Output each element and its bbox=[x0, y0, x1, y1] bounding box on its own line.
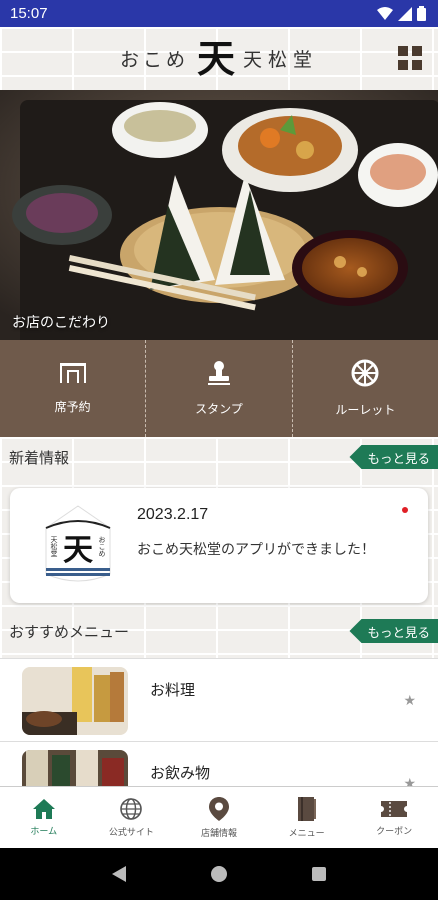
tab-official-site-label: 公式サイト bbox=[108, 828, 154, 838]
back-icon[interactable] bbox=[111, 865, 127, 883]
recommend-menu-list: お料理 ★ お飲み物 ★ bbox=[0, 658, 438, 786]
hero-caption: お店のこだわり bbox=[12, 315, 110, 331]
tab-official-site[interactable]: 公式サイト bbox=[88, 787, 176, 848]
roulette-icon bbox=[351, 359, 379, 387]
reservation-label: 席予約 bbox=[54, 400, 91, 414]
store-logo-mark: 天 bbox=[63, 533, 93, 568]
store-logo-text-left: 天松堂 bbox=[50, 536, 58, 557]
battery-icon bbox=[417, 6, 426, 21]
wifi-icon bbox=[377, 6, 393, 20]
coupon-icon bbox=[381, 801, 408, 817]
app-header: おこめ 天 天松堂 bbox=[0, 27, 438, 90]
status-bar: 15:07 bbox=[0, 0, 438, 27]
recommend-section-title: おすすめメニュー bbox=[9, 622, 130, 641]
roulette-button[interactable]: ルーレット bbox=[291, 340, 438, 437]
tab-store-info[interactable]: 店舗情報 bbox=[175, 787, 263, 848]
store-logo-text-right: おこめ bbox=[98, 536, 106, 557]
home-circle-icon[interactable] bbox=[210, 865, 228, 883]
signal-icon bbox=[398, 6, 412, 21]
news-date: 2023.2.17 bbox=[137, 506, 209, 523]
roulette-label: ルーレット bbox=[335, 403, 396, 417]
menu-thumb-drink bbox=[22, 750, 128, 786]
favorite-star-icon[interactable]: ★ bbox=[403, 776, 416, 786]
news-card[interactable]: 天 天松堂 おこめ 2023.2.17 おこめ天松堂のアプリができました！ bbox=[10, 488, 428, 603]
news-section-title: 新着情報 bbox=[9, 448, 70, 467]
tab-menu-label: メニュー bbox=[288, 829, 325, 839]
hero-food-image bbox=[0, 90, 438, 340]
logo-kana: おこめ bbox=[119, 49, 189, 71]
menu-thumb-food bbox=[22, 667, 128, 735]
logo-mark: 天 bbox=[196, 35, 235, 81]
brand-logo[interactable]: おこめ 天 天松堂 bbox=[119, 35, 319, 81]
menu-label-food: お料理 bbox=[150, 681, 196, 699]
menu-item-drink[interactable]: お飲み物 ★ bbox=[0, 742, 438, 786]
recommend-section-header: おすすめメニュー もっと見る bbox=[0, 614, 438, 648]
tab-coupon-label: クーポン bbox=[376, 827, 413, 837]
unread-dot bbox=[402, 507, 408, 513]
tab-coupon[interactable]: クーポン bbox=[350, 787, 438, 848]
menu-label-drink: お飲み物 bbox=[150, 764, 211, 782]
stamp-icon bbox=[207, 361, 230, 385]
favorite-star-icon[interactable]: ★ bbox=[403, 693, 416, 709]
news-text: おこめ天松堂のアプリができました！ bbox=[137, 542, 375, 558]
status-time: 15:07 bbox=[10, 5, 48, 22]
map-pin-icon bbox=[208, 797, 229, 821]
grid-menu-icon[interactable] bbox=[398, 46, 422, 70]
tab-home-label: ホーム bbox=[30, 827, 58, 837]
reservation-icon bbox=[59, 363, 86, 383]
tab-home[interactable]: ホーム bbox=[0, 787, 88, 848]
system-nav-bar bbox=[0, 848, 438, 900]
globe-icon bbox=[120, 798, 143, 820]
recents-icon[interactable] bbox=[311, 866, 327, 882]
reservation-button[interactable]: 席予約 bbox=[0, 340, 145, 437]
quick-actions: 席予約 スタンプ ルーレット bbox=[0, 340, 438, 437]
news-more-button[interactable]: もっと見る bbox=[349, 445, 438, 469]
tab-store-info-label: 店舗情報 bbox=[200, 829, 237, 839]
recommend-more-button[interactable]: もっと見る bbox=[349, 619, 438, 643]
menu-item-food[interactable]: お料理 ★ bbox=[0, 659, 438, 742]
tab-menu[interactable]: メニュー bbox=[263, 787, 351, 848]
hero-banner[interactable]: お店のこだわり bbox=[0, 90, 438, 340]
logo-kanji: 天松堂 bbox=[243, 49, 319, 71]
stamp-label: スタンプ bbox=[195, 402, 243, 416]
book-icon bbox=[297, 797, 316, 821]
news-section-header: 新着情報 もっと見る bbox=[0, 440, 438, 474]
stamp-button[interactable]: スタンプ bbox=[145, 340, 291, 437]
bottom-tab-bar: ホーム 公式サイト 店舗情報 メニュー クーポン bbox=[0, 786, 438, 848]
home-icon bbox=[32, 799, 55, 819]
store-logo-icon: 天 天松堂 おこめ bbox=[45, 505, 111, 582]
